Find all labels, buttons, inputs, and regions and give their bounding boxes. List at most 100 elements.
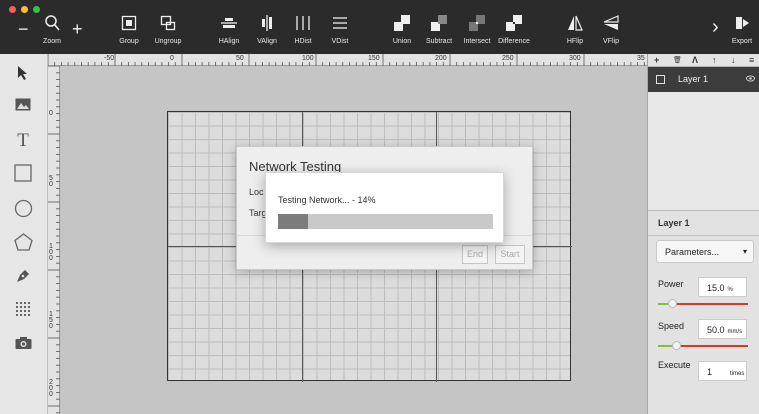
ungroup-icon <box>150 14 186 36</box>
union-button[interactable]: Union <box>390 14 414 45</box>
hdist-icon <box>291 14 315 36</box>
vflip-label: VFlip <box>603 38 619 45</box>
window-minimize-button[interactable] <box>21 6 28 13</box>
progress-popup: Testing Network... - 14% <box>265 172 504 243</box>
execute-value: 1 <box>707 367 713 377</box>
eye-icon[interactable] <box>746 74 755 84</box>
select-tool[interactable] <box>12 64 34 86</box>
power-value: 15.0 <box>707 283 725 293</box>
ungroup-label: Ungroup <box>154 38 182 45</box>
halign-icon <box>216 14 242 36</box>
image-icon <box>15 98 31 116</box>
speed-slider-handle[interactable] <box>671 341 681 350</box>
ruler-vertical-ticks <box>48 66 60 414</box>
union-icon <box>390 14 414 36</box>
ruler-horizontal: -50 0 50 100 150 200 250 300 35 <box>48 54 647 66</box>
camera-icon <box>15 336 32 355</box>
ruler-top-label: 300 <box>569 55 581 62</box>
layer-row[interactable]: Layer 1 <box>648 67 759 92</box>
zoom-button[interactable]: Zoom <box>40 14 64 45</box>
arrow-up-icon[interactable]: ↑ <box>712 55 717 65</box>
subtract-button[interactable]: Subtract <box>423 14 455 45</box>
text-icon: T <box>17 130 29 151</box>
rectangle-icon <box>14 163 32 187</box>
power-input[interactable]: 15.0% <box>698 277 747 297</box>
union-label: Union <box>392 38 412 45</box>
ruler-top-label: 100 <box>302 55 314 62</box>
ruler-top-label: 50 <box>236 55 244 62</box>
speed-label: Speed <box>658 321 685 331</box>
halign-label: HAlign <box>218 38 240 45</box>
plus-icon: + <box>72 19 83 39</box>
valign-label: VAlign <box>257 38 277 45</box>
end-button[interactable]: End <box>462 245 488 264</box>
ruler-vertical: 0 5 0 1 0 0 1 5 0 2 0 0 <box>48 66 60 414</box>
layers-list <box>648 92 759 210</box>
ruler-left-label: 2 0 0 <box>49 379 53 398</box>
zoom-in-button[interactable]: + <box>72 18 83 40</box>
chevron-right-icon: › <box>712 16 719 38</box>
execute-input[interactable]: 1 times <box>698 361 747 381</box>
vdist-button[interactable]: VDist <box>328 14 352 45</box>
array-tool[interactable] <box>12 300 34 322</box>
rectangle-tool[interactable] <box>12 163 34 187</box>
add-layer-icon[interactable]: + <box>654 55 659 65</box>
image-tool[interactable] <box>12 96 34 118</box>
arrow-down-icon[interactable]: ↓ <box>731 55 736 65</box>
export-button[interactable]: Export <box>729 14 755 45</box>
ungroup-button[interactable]: Ungroup <box>150 14 186 45</box>
menu-icon[interactable]: ≡ <box>749 55 754 65</box>
valign-button[interactable]: VAlign <box>254 14 280 45</box>
group-button[interactable]: Group <box>115 14 143 45</box>
execute-label: Execute <box>658 360 691 370</box>
difference-button[interactable]: Difference <box>496 14 532 45</box>
subtract-icon <box>423 14 455 36</box>
speed-input[interactable]: 50.0 mm/s <box>698 319 747 339</box>
intersect-button[interactable]: Intersect <box>460 14 494 45</box>
speed-slider[interactable] <box>658 341 748 350</box>
window-close-button[interactable] <box>9 6 16 13</box>
window-maximize-button[interactable] <box>33 6 40 13</box>
minus-icon: − <box>18 19 29 39</box>
ruler-top-label: 35 <box>637 55 645 62</box>
hdist-button[interactable]: HDist <box>291 14 315 45</box>
trash-icon[interactable]: 🗑 <box>673 56 682 64</box>
export-label: Export <box>731 38 753 45</box>
hflip-label: HFlip <box>566 38 584 45</box>
ruler-top-label: 200 <box>435 55 447 62</box>
zoom-out-button[interactable]: − <box>18 18 29 40</box>
ruler-left-label: 1 5 0 <box>49 311 53 330</box>
right-panel: + 🗑 Λ ↑ ↓ ≡ Layer 1 Layer 1 Parameters..… <box>647 54 759 414</box>
search-icon <box>40 14 64 36</box>
location-label: Loc <box>249 187 264 197</box>
vflip-button[interactable]: VFlip <box>600 14 622 45</box>
more-tools-button[interactable]: › <box>712 16 719 38</box>
vdist-icon <box>328 14 352 36</box>
properties-divider <box>648 235 759 236</box>
power-slider-handle[interactable] <box>667 299 677 308</box>
hflip-button[interactable]: HFlip <box>564 14 586 45</box>
ellipse-tool[interactable] <box>12 199 34 222</box>
group-label: Group <box>119 38 139 45</box>
grid-icon <box>15 301 31 322</box>
pen-tool[interactable] <box>12 267 34 289</box>
speed-unit: mm/s <box>727 329 743 335</box>
halign-button[interactable]: HAlign <box>216 14 242 45</box>
target-label: Targ <box>249 208 267 218</box>
ruler-top-label: 0 <box>170 55 174 62</box>
start-button[interactable]: Start <box>495 245 525 264</box>
parameters-select-value: Parameters... <box>665 247 720 257</box>
power-slider[interactable] <box>658 299 748 308</box>
subtract-label: Subtract <box>425 38 453 45</box>
intersect-icon <box>460 14 494 36</box>
camera-tool[interactable] <box>12 334 34 356</box>
select-arrow-icon <box>17 65 29 86</box>
parameters-select[interactable]: Parameters... ▾ <box>656 240 754 263</box>
text-tool[interactable]: T <box>12 130 34 152</box>
merge-up-icon[interactable]: Λ <box>692 55 698 65</box>
layer-checkbox[interactable] <box>656 75 665 84</box>
vflip-icon <box>600 14 622 36</box>
power-slider-rest <box>672 303 748 305</box>
progress-status-text: Testing Network... - 14% <box>278 195 376 205</box>
polygon-tool[interactable] <box>12 232 34 255</box>
